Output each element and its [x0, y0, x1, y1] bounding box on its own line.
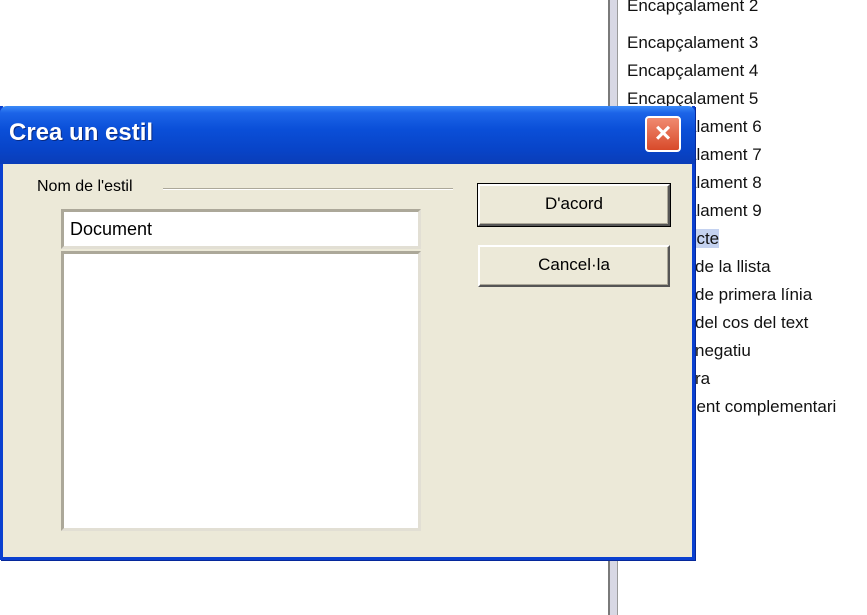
style-list-item[interactable]: Encapçalament 3: [627, 30, 758, 56]
style-name-input[interactable]: [61, 209, 421, 249]
close-icon: ×: [654, 117, 672, 148]
style-name-group-label: Nom de l'estil: [37, 178, 139, 196]
style-list-item[interactable]: alament 6: [687, 114, 762, 140]
group-divider: [163, 188, 453, 190]
close-button[interactable]: ×: [645, 116, 681, 152]
style-list-item[interactable]: nent complementari: [687, 394, 836, 420]
style-list-item[interactable]: alament 7: [687, 142, 762, 168]
style-list-item[interactable]: ra: [695, 366, 710, 392]
dialog-titlebar[interactable]: Crea un estil ×: [0, 106, 695, 164]
style-list-item[interactable]: de primera línia: [695, 282, 812, 308]
style-list-item[interactable]: Encapçalament 2: [627, 0, 758, 19]
style-list-item[interactable]: negatiu: [695, 338, 751, 364]
dialog-title: Crea un estil: [9, 119, 154, 146]
style-list-item[interactable]: alament 8: [687, 170, 762, 196]
style-list-item[interactable]: Encapçalament 4: [627, 58, 758, 84]
create-style-dialog: Crea un estil × Nom de l'estil D'acord C…: [0, 106, 695, 560]
existing-styles-list[interactable]: [61, 251, 421, 531]
style-list-item[interactable]: del cos del text: [695, 310, 808, 336]
style-list-item[interactable]: de la llista: [695, 254, 771, 280]
style-list-item[interactable]: alament 9: [687, 198, 762, 224]
ok-button[interactable]: D'acord: [477, 183, 671, 227]
cancel-button[interactable]: Cancel·la: [478, 245, 670, 287]
